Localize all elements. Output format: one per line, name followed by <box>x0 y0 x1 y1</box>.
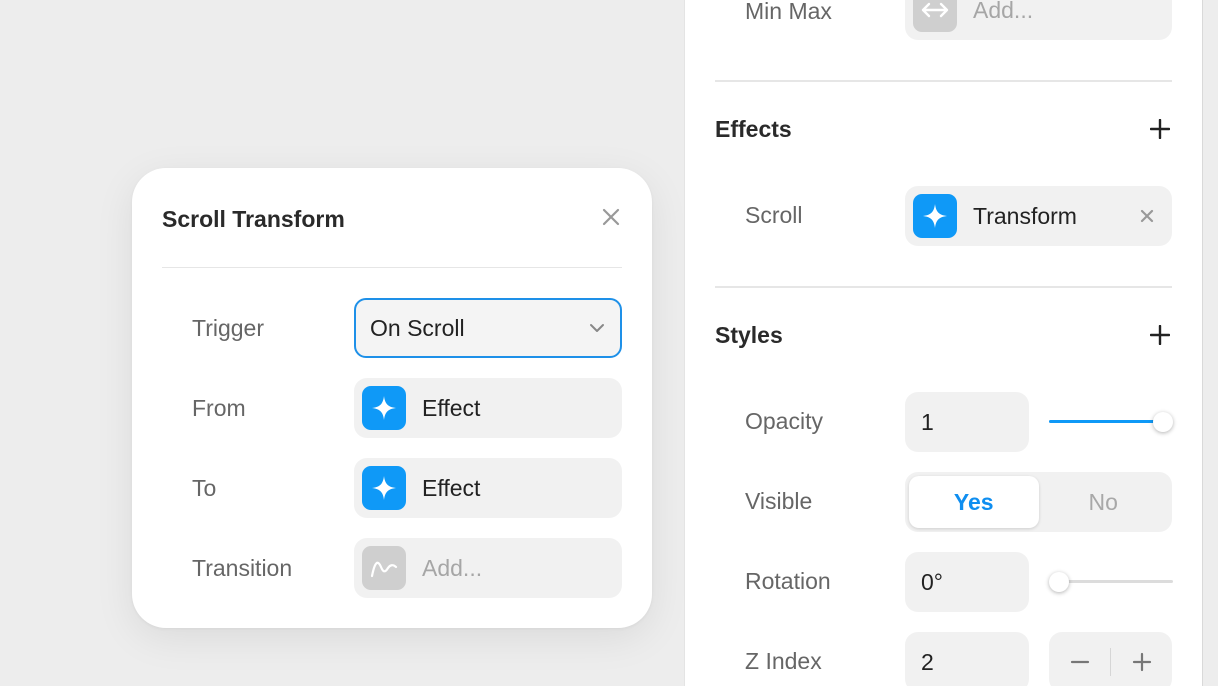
to-row: To Effect <box>192 458 622 518</box>
opacity-value: 1 <box>921 408 934 435</box>
min-max-field[interactable]: Add... <box>905 0 1172 40</box>
divider <box>715 80 1172 82</box>
from-value: Effect <box>422 394 481 421</box>
visible-no-option[interactable]: No <box>1039 476 1169 528</box>
trigger-label: Trigger <box>192 315 264 341</box>
transition-row: Transition Add... <box>192 538 622 598</box>
plus-icon <box>1150 119 1170 139</box>
to-field[interactable]: Effect <box>354 458 622 518</box>
close-icon <box>1140 209 1154 223</box>
scroll-transform-popover: Scroll Transform Trigger On Scroll From … <box>132 168 652 628</box>
rotation-input[interactable]: 0° <box>905 552 1029 612</box>
effects-title: Effects <box>715 116 792 142</box>
panel-scroll-edge <box>1202 0 1218 686</box>
sparkle-icon <box>362 466 406 510</box>
popover-header: Scroll Transform <box>162 168 622 268</box>
opacity-label: Opacity <box>745 408 823 434</box>
to-label: To <box>192 475 217 501</box>
z-index-value: 2 <box>921 648 934 675</box>
curve-icon <box>362 546 406 590</box>
z-index-input[interactable]: 2 <box>905 632 1029 686</box>
z-index-label: Z Index <box>745 648 822 674</box>
rotation-slider[interactable] <box>1049 570 1173 594</box>
scroll-label: Scroll <box>745 202 803 228</box>
popover-title: Scroll Transform <box>162 206 345 232</box>
resize-horizontal-icon <box>913 0 957 32</box>
styles-title: Styles <box>715 322 783 348</box>
properties-panel: Min Max Add... Effects Scroll Transform … <box>684 0 1202 686</box>
remove-effect-button[interactable] <box>1138 207 1156 225</box>
min-max-label: Min Max <box>745 0 832 24</box>
plus-icon <box>1150 325 1170 345</box>
visible-toggle: Yes No <box>905 472 1172 532</box>
scroll-effect-value: Transform <box>973 202 1077 229</box>
trigger-value: On Scroll <box>370 314 465 341</box>
slider-fill <box>1049 420 1163 423</box>
rotation-label: Rotation <box>745 568 831 594</box>
add-style-button[interactable] <box>1148 323 1172 347</box>
slider-thumb[interactable] <box>1153 412 1173 432</box>
trigger-select[interactable]: On Scroll <box>354 298 622 358</box>
rotation-value: 0° <box>921 568 943 595</box>
sparkle-icon <box>913 194 957 238</box>
visible-label: Visible <box>745 488 813 514</box>
add-effect-button[interactable] <box>1148 117 1172 141</box>
slider-thumb[interactable] <box>1049 572 1069 592</box>
transition-placeholder: Add... <box>422 554 483 581</box>
opacity-slider[interactable] <box>1049 410 1173 434</box>
close-icon <box>602 208 620 226</box>
trigger-row: Trigger On Scroll <box>192 298 622 358</box>
to-value: Effect <box>422 474 481 501</box>
plus-icon <box>1132 652 1151 672</box>
visible-yes-option[interactable]: Yes <box>909 476 1039 528</box>
slider-track <box>1059 580 1173 583</box>
min-max-placeholder: Add... <box>973 0 1034 23</box>
close-button[interactable] <box>600 206 622 228</box>
from-label: From <box>192 395 246 421</box>
transition-label: Transition <box>192 555 293 581</box>
from-row: From Effect <box>192 378 622 438</box>
opacity-input[interactable]: 1 <box>905 392 1029 452</box>
sparkle-icon <box>362 386 406 430</box>
decrement-button[interactable] <box>1049 632 1110 686</box>
minus-icon <box>1070 660 1089 664</box>
transition-field[interactable]: Add... <box>354 538 622 598</box>
chevron-down-icon <box>586 317 608 339</box>
z-index-stepper <box>1049 632 1172 686</box>
increment-button[interactable] <box>1111 632 1172 686</box>
divider <box>715 286 1172 288</box>
scroll-effect-field[interactable]: Transform <box>905 186 1172 246</box>
from-field[interactable]: Effect <box>354 378 622 438</box>
